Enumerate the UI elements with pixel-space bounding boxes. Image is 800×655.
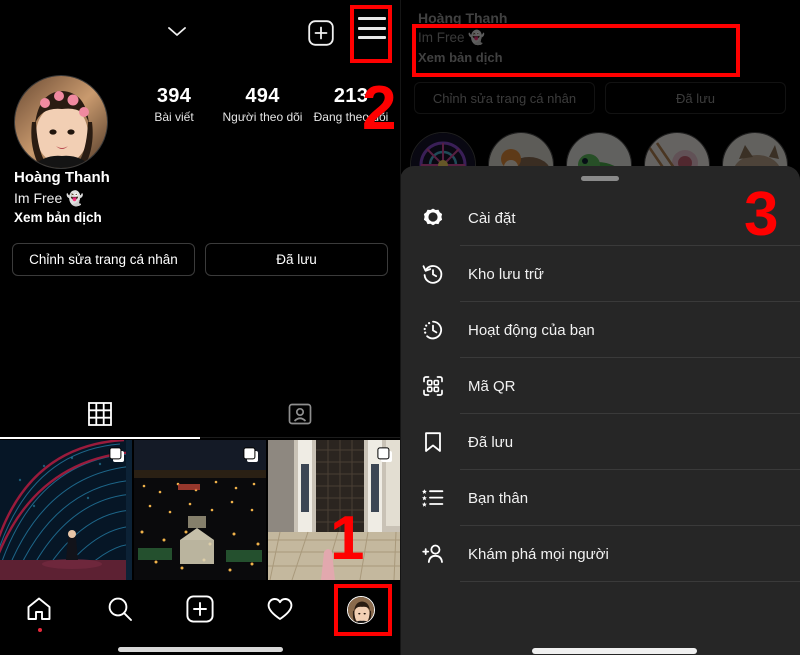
annotation-number-3: 3 — [744, 180, 779, 249]
profile-top-bar — [0, 0, 400, 65]
multi-photo-icon — [377, 447, 392, 462]
left-phone-screen: 394 Bài viết 494 Người theo dõi 213 Đang… — [0, 0, 400, 655]
nav-activity-heart-icon[interactable] — [266, 595, 296, 625]
qr-code-icon — [420, 373, 446, 399]
profile-stats: 394 Bài viết 494 Người theo dõi 213 Đang… — [130, 85, 395, 124]
menu-item-saved[interactable]: Đã lưu — [400, 414, 800, 470]
stat-posts-label: Bài viết — [154, 110, 194, 124]
active-tab-underline — [0, 437, 200, 439]
tagged-person-icon — [288, 402, 312, 431]
right-edit-profile-button: Chỉnh sửa trang cá nhân — [414, 82, 595, 114]
see-translation-link[interactable]: Xem bản dịch — [14, 208, 110, 228]
drag-handle[interactable] — [581, 176, 619, 181]
multi-photo-icon — [109, 447, 124, 462]
menu-item-settings[interactable]: Cài đặt — [400, 190, 800, 246]
menu-item-archive[interactable]: Kho lưu trữ — [400, 246, 800, 302]
new-post-icon[interactable] — [308, 20, 334, 51]
post-cell[interactable] — [134, 440, 266, 580]
annotation-box-profile-nav — [334, 584, 392, 636]
nav-search-icon[interactable] — [106, 595, 136, 625]
grid-icon — [88, 401, 112, 431]
activity-clock-icon — [420, 317, 446, 343]
menu-item-discover-people-label: Khám phá mọi người — [468, 545, 609, 563]
profile-bio-text: Im Free 👻 — [14, 190, 84, 206]
close-friends-list-icon — [420, 485, 446, 511]
stat-followers-count: 494 — [245, 85, 280, 107]
home-indicator — [118, 647, 283, 652]
menu-item-close-friends-label: Bạn thân — [468, 489, 529, 507]
stat-posts[interactable]: 394 Bài viết — [130, 85, 218, 124]
multi-photo-icon — [243, 447, 258, 462]
settings-gear-icon — [420, 205, 446, 231]
tab-divider — [200, 437, 400, 438]
nav-create-icon[interactable] — [186, 595, 216, 625]
edit-profile-button[interactable]: Chỉnh sửa trang cá nhân — [12, 243, 195, 276]
tab-grid[interactable] — [0, 395, 200, 437]
menu-item-close-friends[interactable]: Bạn thân — [400, 470, 800, 526]
menu-separator — [460, 581, 800, 582]
archive-clock-icon — [420, 261, 446, 287]
menu-item-settings-label: Cài đặt — [468, 209, 516, 227]
stat-posts-count: 394 — [156, 85, 192, 107]
post-cell[interactable] — [0, 440, 132, 580]
bookmark-icon — [420, 429, 446, 455]
annotation-number-1: 1 — [330, 504, 365, 573]
discover-people-icon — [420, 541, 446, 567]
menu-item-saved-label: Đã lưu — [468, 433, 514, 451]
chevron-down-icon[interactable] — [168, 24, 186, 36]
annotation-box-settings — [412, 24, 740, 77]
home-indicator — [532, 648, 697, 654]
avatar[interactable] — [14, 75, 108, 169]
settings-bottom-sheet: Cài đặt Kho lưu trữ Hoạt động của bạn Mã… — [400, 166, 800, 655]
right-profile-action-buttons: Chỉnh sửa trang cá nhân Đã lưu — [414, 82, 786, 114]
profile-bio: Hoàng Thanh Im Free 👻 Xem bản dịch — [14, 168, 110, 228]
menu-item-your-activity-label: Hoạt động của bạn — [468, 321, 595, 339]
annotation-box-hamburger — [350, 5, 392, 63]
panel-divider — [400, 0, 401, 655]
saved-button[interactable]: Đã lưu — [205, 243, 388, 276]
profile-tabs — [0, 395, 400, 437]
menu-item-qr-code[interactable]: Mã QR — [400, 358, 800, 414]
menu-item-qr-code-label: Mã QR — [468, 377, 516, 395]
annotation-number-2: 2 — [362, 74, 397, 143]
profile-header-row: 394 Bài viết 494 Người theo dõi 213 Đang… — [0, 65, 400, 180]
right-saved-button: Đã lưu — [605, 82, 786, 114]
profile-action-buttons: Chỉnh sửa trang cá nhân Đã lưu — [12, 243, 388, 276]
right-phone-screen: Hoàng Thanh Im Free 👻 Xem bản dịch Chỉnh… — [400, 0, 800, 655]
screenshot-root: 394 Bài viết 494 Người theo dõi 213 Đang… — [0, 0, 800, 655]
menu-item-your-activity[interactable]: Hoạt động của bạn — [400, 302, 800, 358]
nav-home-icon[interactable] — [25, 595, 55, 632]
menu-item-discover-people[interactable]: Khám phá mọi người — [400, 526, 800, 582]
tab-tagged[interactable] — [200, 395, 400, 437]
stat-followers-label: Người theo dõi — [222, 110, 303, 124]
menu-item-archive-label: Kho lưu trữ — [468, 265, 544, 283]
sheet-menu-list: Cài đặt Kho lưu trữ Hoạt động của bạn Mã… — [400, 190, 800, 582]
stat-followers[interactable]: 494 Người theo dõi — [219, 85, 307, 124]
profile-name: Hoàng Thanh — [14, 169, 110, 186]
nav-home-badge — [38, 628, 43, 632]
